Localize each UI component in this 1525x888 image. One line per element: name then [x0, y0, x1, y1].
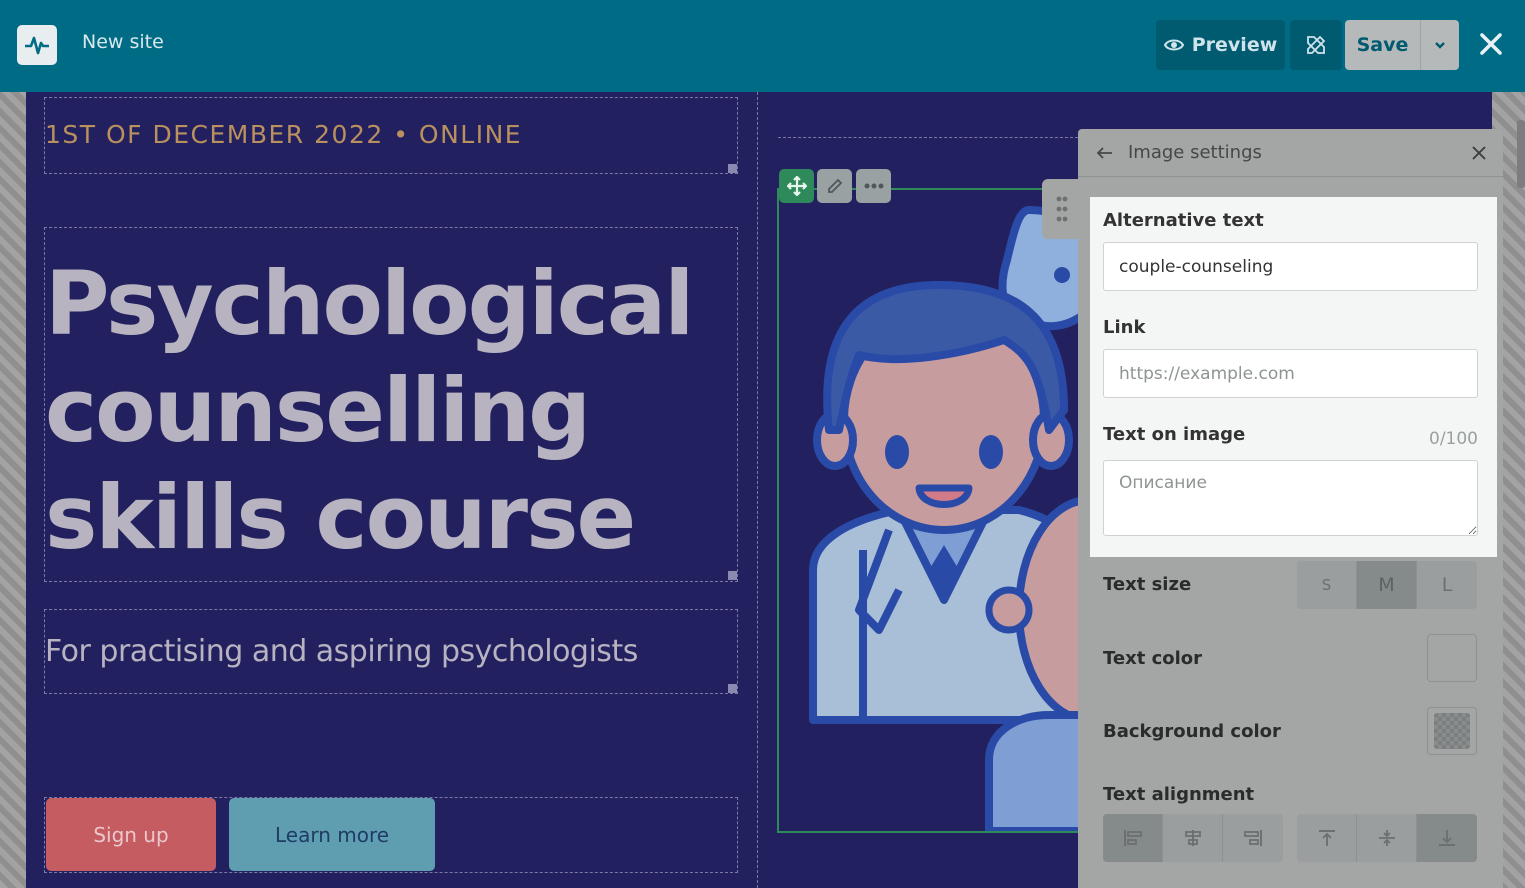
preview-button[interactable]: Preview: [1156, 20, 1285, 70]
text-size-s-label: S: [1321, 576, 1332, 594]
editor-topbar: New site Preview Save: [0, 0, 1525, 92]
learn-more-button[interactable]: Learn more: [229, 798, 435, 871]
canvas-margin-left: [0, 92, 26, 888]
text-on-image-input[interactable]: [1103, 460, 1478, 536]
signup-button[interactable]: Sign up: [46, 798, 216, 871]
link-input[interactable]: [1103, 349, 1478, 398]
learn-more-label: Learn more: [274, 822, 390, 847]
align-left-icon: [1123, 830, 1142, 846]
move-image-button[interactable]: [779, 169, 814, 203]
save-options-button[interactable]: [1420, 20, 1459, 70]
text-size-m-label: M: [1378, 574, 1395, 596]
link-label: Link: [1103, 317, 1146, 338]
selected-image[interactable]: [777, 188, 1097, 833]
text-on-image-counter: 0/100: [1429, 429, 1478, 449]
align-center-icon: [1184, 830, 1201, 846]
text-size-s[interactable]: S: [1297, 561, 1357, 609]
chevron-down-icon: [1435, 42, 1445, 49]
text-size-l[interactable]: L: [1417, 561, 1477, 609]
text-size-label: Text size: [1103, 574, 1192, 595]
column-divider: [757, 92, 758, 888]
align-bottom-icon: [1439, 830, 1455, 846]
resize-handle[interactable]: [728, 164, 737, 173]
ellipsis-icon: [864, 183, 883, 189]
text-color-label: Text color: [1103, 648, 1203, 669]
site-name[interactable]: New site: [82, 31, 164, 53]
align-center-button[interactable]: [1163, 814, 1223, 862]
align-middle-button[interactable]: [1357, 814, 1417, 862]
align-top-icon: [1318, 830, 1335, 846]
panel-title: Image settings: [1128, 142, 1262, 163]
counseling-illustration: [809, 205, 1095, 831]
close-icon: [1472, 146, 1486, 160]
pulse-icon: [25, 36, 49, 55]
edit-image-button[interactable]: [817, 169, 852, 203]
alt-text-input[interactable]: [1103, 242, 1478, 291]
site-logo[interactable]: [17, 25, 57, 65]
panel-drag-handle[interactable]: [1042, 179, 1082, 239]
align-left-button[interactable]: [1103, 814, 1163, 862]
text-color-preview: [1434, 640, 1470, 676]
pencil-ruler-icon: [1307, 35, 1326, 54]
align-right-button[interactable]: [1223, 814, 1283, 862]
text-size-l-label: L: [1441, 574, 1453, 596]
vertical-alignment-selector: [1297, 814, 1477, 862]
save-label: Save: [1356, 34, 1409, 56]
image-block-outline: [778, 137, 1078, 138]
text-color-swatch[interactable]: [1427, 634, 1477, 682]
align-right-icon: [1244, 830, 1262, 846]
background-color-preview: [1434, 713, 1470, 749]
background-color-label: Background color: [1103, 721, 1281, 742]
more-image-options-button[interactable]: [856, 169, 891, 203]
arrow-left-icon: [1097, 147, 1112, 159]
horizontal-alignment-selector: [1103, 814, 1283, 862]
canvas-scrollbar[interactable]: [1517, 120, 1525, 188]
preview-label: Preview: [1191, 34, 1278, 56]
move-icon: [786, 176, 807, 196]
background-color-swatch[interactable]: [1427, 707, 1477, 755]
panel-back-button[interactable]: [1094, 142, 1116, 164]
resize-handle[interactable]: [728, 571, 737, 580]
close-icon: [1480, 33, 1502, 55]
pencil-icon: [827, 178, 842, 193]
text-size-selector: S M L: [1297, 561, 1477, 609]
drag-handle-icon: [1056, 196, 1068, 222]
eye-icon: [1163, 39, 1184, 51]
signup-label: Sign up: [93, 822, 169, 847]
align-top-button[interactable]: [1297, 814, 1357, 862]
text-size-m[interactable]: M: [1357, 561, 1417, 609]
close-editor-button[interactable]: [1474, 27, 1508, 61]
page-subtitle[interactable]: For practising and aspiring psychologist…: [45, 634, 638, 669]
text-on-image-label: Text on image: [1103, 424, 1246, 445]
design-button[interactable]: [1290, 20, 1342, 70]
event-date[interactable]: 1ST OF DECEMBER 2022 • ONLINE: [45, 120, 522, 149]
align-bottom-button[interactable]: [1417, 814, 1477, 862]
alt-text-label: Alternative text: [1103, 210, 1264, 231]
text-alignment-label: Text alignment: [1103, 784, 1255, 805]
save-button[interactable]: Save: [1345, 20, 1420, 70]
page-headline[interactable]: Psychological counselling skills course: [45, 250, 725, 571]
panel-close-button[interactable]: [1468, 142, 1490, 164]
panel-header: Image settings: [1078, 129, 1503, 177]
resize-handle[interactable]: [728, 684, 737, 693]
align-middle-icon: [1378, 830, 1395, 846]
